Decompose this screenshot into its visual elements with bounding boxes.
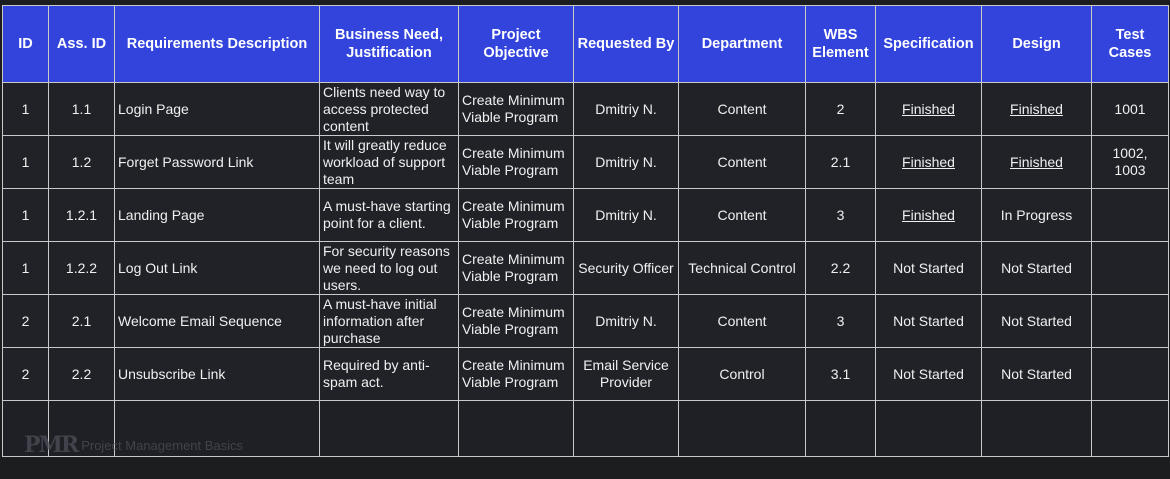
cell-design: Finished — [981, 135, 1092, 189]
cell-wbs: 3 — [805, 188, 876, 242]
cell-wbs: 3.1 — [805, 347, 876, 401]
cell-tests — [1091, 294, 1169, 348]
empty-cell — [573, 400, 679, 457]
cell-ass-id: 2.2 — [48, 347, 115, 401]
cell-department: Content — [678, 294, 806, 348]
cell-requested-by: Email Service Provider — [573, 347, 679, 401]
cell-requested-by: Dmitriy N. — [573, 188, 679, 242]
cell-department: Technical Control — [678, 241, 806, 295]
column-header-department: Department — [678, 5, 806, 83]
watermark: PMR Project Management Basics — [24, 432, 243, 458]
column-header-id: ID — [2, 5, 49, 83]
column-header-requested-by: Requested By — [573, 5, 679, 83]
table-row: 2 2.2 Unsubscribe Link Required by anti-spa… — [2, 347, 1169, 401]
column-header-wbs: WBS Element — [805, 5, 876, 83]
cell-id: 2 — [2, 294, 49, 348]
cell-spec: Finished — [875, 188, 982, 242]
column-header-tests: Test Cases — [1091, 5, 1169, 83]
cell-desc: Log Out Link — [114, 241, 320, 295]
cell-design: Not Started — [981, 294, 1092, 348]
cell-need: A must-have initial information after pu… — [319, 294, 459, 348]
cell-id: 1 — [2, 135, 49, 189]
requirements-traceability-table: ID Ass. ID Requirements Description Busines… — [2, 5, 1169, 457]
cell-wbs: 3 — [805, 294, 876, 348]
table-row: 1 1.2.2 Log Out Link For security reasons w… — [2, 241, 1169, 295]
cell-need: A must-have starting point for a client. — [319, 188, 459, 242]
cell-wbs: 2.1 — [805, 135, 876, 189]
cell-design: Not Started — [981, 347, 1092, 401]
cell-objective: Create Minimum Viable Program — [458, 188, 574, 242]
cell-objective: Create Minimum Viable Program — [458, 82, 574, 136]
table-body: 1 1.1 Login Page Clients need way to access… — [2, 82, 1169, 457]
empty-cell — [981, 400, 1092, 457]
cell-objective: Create Minimum Viable Program — [458, 294, 574, 348]
cell-objective: Create Minimum Viable Program — [458, 347, 574, 401]
cell-tests — [1091, 241, 1169, 295]
cell-spec: Finished — [875, 135, 982, 189]
cell-design: Not Started — [981, 241, 1092, 295]
cell-wbs: 2 — [805, 82, 876, 136]
cell-department: Content — [678, 135, 806, 189]
cell-ass-id: 1.2 — [48, 135, 115, 189]
cell-ass-id: 2.1 — [48, 294, 115, 348]
table-row: 1 1.1 Login Page Clients need way to access… — [2, 82, 1169, 136]
cell-need: Required by anti-spam act. — [319, 347, 459, 401]
cell-desc: Unsubscribe Link — [114, 347, 320, 401]
cell-department: Content — [678, 82, 806, 136]
cell-ass-id: 1.2.1 — [48, 188, 115, 242]
cell-need: Clients need way to access protected con… — [319, 82, 459, 136]
column-header-desc: Requirements Description — [114, 5, 320, 83]
cell-id: 1 — [2, 241, 49, 295]
column-header-need: Business Need, Justification — [319, 5, 459, 83]
cell-spec: Not Started — [875, 241, 982, 295]
empty-cell — [678, 400, 806, 457]
header-row: ID Ass. ID Requirements Description Busines… — [2, 5, 1169, 83]
cell-desc: Landing Page — [114, 188, 320, 242]
cell-ass-id: 1.1 — [48, 82, 115, 136]
empty-cell — [805, 400, 876, 457]
column-header-ass-id: Ass. ID — [48, 5, 115, 83]
cell-objective: Create Minimum Viable Program — [458, 135, 574, 189]
cell-design: Finished — [981, 82, 1092, 136]
cell-desc: Forget Password Link — [114, 135, 320, 189]
empty-cell — [875, 400, 982, 457]
cell-requested-by: Dmitriy N. — [573, 135, 679, 189]
column-header-objective: Project Objective — [458, 5, 574, 83]
watermark-text: Project Management Basics — [81, 437, 244, 453]
cell-id: 1 — [2, 188, 49, 242]
cell-tests: 1002, 1003 — [1091, 135, 1169, 189]
cell-department: Content — [678, 188, 806, 242]
cell-requested-by: Security Officer — [573, 241, 679, 295]
cell-tests — [1091, 347, 1169, 401]
cell-wbs: 2.2 — [805, 241, 876, 295]
cell-ass-id: 1.2.2 — [48, 241, 115, 295]
cell-requested-by: Dmitriy N. — [573, 294, 679, 348]
cell-objective: Create Minimum Viable Program — [458, 241, 574, 295]
cell-id: 2 — [2, 347, 49, 401]
cell-spec: Not Started — [875, 294, 982, 348]
cell-requested-by: Dmitriy N. — [573, 82, 679, 136]
empty-cell — [1091, 400, 1169, 457]
empty-cell — [319, 400, 459, 457]
cell-tests — [1091, 188, 1169, 242]
cell-need: For security reasons we need to log out … — [319, 241, 459, 295]
watermark-logo: PMR — [24, 432, 79, 458]
cell-spec: Not Started — [875, 347, 982, 401]
cell-desc: Login Page — [114, 82, 320, 136]
table-header: ID Ass. ID Requirements Description Busines… — [2, 5, 1169, 83]
cell-tests: 1001 — [1091, 82, 1169, 136]
table-row: 2 2.1 Welcome Email Sequence A must-have in… — [2, 294, 1169, 348]
cell-department: Control — [678, 347, 806, 401]
cell-desc: Welcome Email Sequence — [114, 294, 320, 348]
cell-id: 1 — [2, 82, 49, 136]
cell-need: It will greatly reduce workload of suppo… — [319, 135, 459, 189]
empty-cell — [458, 400, 574, 457]
table-row: 1 1.2.1 Landing Page A must-have starting p… — [2, 188, 1169, 242]
cell-spec: Finished — [875, 82, 982, 136]
cell-design: In Progress — [981, 188, 1092, 242]
column-header-spec: Specification — [875, 5, 982, 83]
table-row: 1 1.2 Forget Password Link It will greatly … — [2, 135, 1169, 189]
column-header-design: Design — [981, 5, 1092, 83]
requirements-table-wrapper: ID Ass. ID Requirements Description Busines… — [2, 5, 1169, 457]
